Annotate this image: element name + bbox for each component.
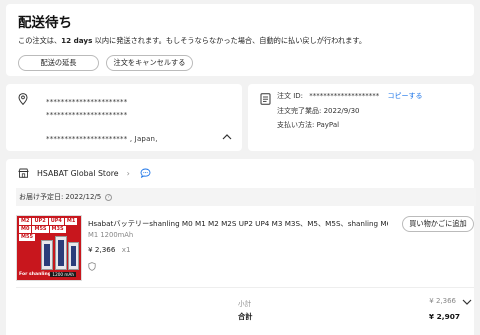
notice-suffix: 以内に発送されます。もしそうならなかった場合、自動的に払い戻しが行われます。 <box>92 36 367 45</box>
product-variant: M1 1200mAh <box>88 231 134 239</box>
status-title: 配送待ち <box>18 15 72 31</box>
total-value: ¥ 2,907 <box>428 312 460 321</box>
delivery-date: 2022/12/5 <box>65 193 102 201</box>
thumbnail-capacity: 1200 mAh <box>50 272 76 277</box>
order-id-label: 注文 ID: <box>277 92 304 100</box>
completed-date: 2022/9/30 <box>323 107 360 115</box>
divider <box>16 287 474 288</box>
buyer-protection-icon <box>88 262 96 271</box>
thumbnail-model-tags: M2 UP2 UP4 M1 M0 M5S M3S M55 <box>19 218 81 241</box>
notice-days: 12 days <box>61 36 93 45</box>
address-line-3: ********************** , Japan, <box>46 135 158 143</box>
collapse-address-icon[interactable] <box>222 133 232 141</box>
product-price: ¥ 2,366 <box>88 245 116 254</box>
delivery-estimate: お届け予定日: 2022/12/5 ? <box>16 188 476 206</box>
order-id-row: 注文 ID: ******************** コピーする <box>277 91 423 101</box>
notice-prefix: この注文は、 <box>18 36 62 45</box>
address-line-1: ********************** <box>46 98 128 106</box>
chevron-right-icon: › <box>126 168 130 178</box>
shipping-notice: この注文は、12 days 以内に発送されます。もしそうならなかった場合、自動的… <box>18 36 366 46</box>
product-quantity: x1 <box>121 245 131 254</box>
delivery-label: お届け予定日: <box>19 193 64 201</box>
product-price-row: ¥ 2,366 x1 <box>88 245 131 254</box>
store-icon <box>18 168 29 178</box>
chat-icon[interactable] <box>140 168 151 178</box>
completed-label: 注文完了業品: <box>277 107 322 115</box>
subtotal-label: 小計 <box>238 300 252 308</box>
product-title[interactable]: Hsabatバッテリーshanling M0 M1 M2 M2S UP2 UP4… <box>88 219 388 229</box>
total-label: 合計 <box>238 312 253 321</box>
thumb-tag: UP4 <box>48 218 64 225</box>
order-id-value: ******************** <box>309 92 380 100</box>
battery-graphic <box>55 236 67 270</box>
cancel-order-button[interactable]: 注文をキャンセルする <box>106 55 193 71</box>
thumb-tag: M0 <box>19 226 32 233</box>
payment-label: 支払い方法: <box>277 121 315 129</box>
thumb-tag: M1 <box>64 218 78 225</box>
order-info-card: 注文 ID: ******************** コピーする 注文完了業品… <box>248 84 474 151</box>
store-order-card: HSABAT Global Store › お届け予定日: 2022/12/5 … <box>6 159 476 335</box>
shipping-address-card: ********************** *****************… <box>6 84 242 151</box>
copy-order-id-link[interactable]: コピーする <box>388 92 423 100</box>
thumb-tag: M2 <box>19 218 32 225</box>
completed-row: 注文完了業品: 2022/9/30 <box>277 106 360 116</box>
thumb-tag: UP2 <box>32 218 48 225</box>
address-line-2: ********************** <box>46 111 128 119</box>
location-pin-icon <box>18 93 28 105</box>
store-name[interactable]: HSABAT Global Store <box>37 169 119 178</box>
order-status-card: 配送待ち この注文は、12 days 以内に発送されます。もしそうならなかった場… <box>6 4 474 76</box>
subtotal-value: ¥ 2,366 <box>429 297 456 305</box>
thumb-tag: M3S <box>49 226 66 233</box>
chevron-down-icon[interactable] <box>462 298 472 306</box>
battery-graphic <box>68 242 79 270</box>
payment-row: 支払い方法: PayPal <box>277 120 339 130</box>
payment-method: PayPal <box>316 121 340 129</box>
thumb-tag: M55 <box>19 234 35 241</box>
add-to-cart-button[interactable]: 買い物かごに追加 <box>402 216 474 232</box>
thumb-tag: M5S <box>32 226 49 233</box>
info-icon[interactable]: ? <box>105 193 113 201</box>
battery-graphic <box>41 240 53 270</box>
order-document-icon <box>260 93 271 105</box>
store-header[interactable]: HSABAT Global Store › <box>18 168 151 178</box>
thumbnail-brand: For shanling <box>19 272 52 277</box>
extend-delivery-button[interactable]: 配送の延長 <box>18 55 99 71</box>
product-thumbnail[interactable]: M2 UP2 UP4 M1 M0 M5S M3S M55 For shanlin… <box>16 215 82 281</box>
